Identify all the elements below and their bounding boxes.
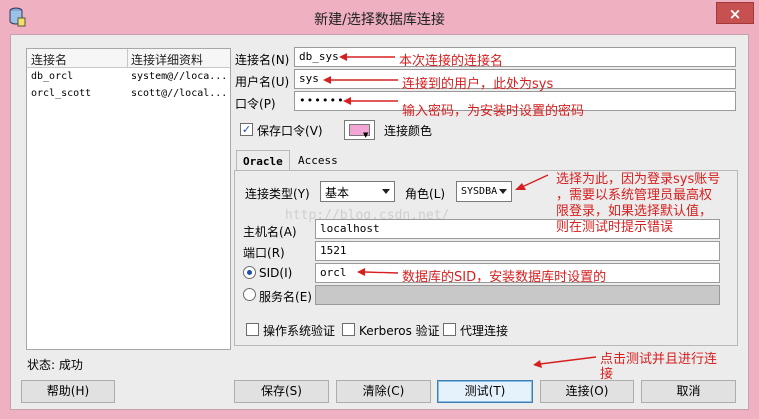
annotation-user: 连接到的用户，此处为sys xyxy=(402,77,554,92)
annotation-conn-name: 本次连接的连接名 xyxy=(399,54,504,69)
arrow-conn-name xyxy=(339,53,395,61)
arrow-sid xyxy=(357,268,399,276)
annotation-password: 输入密码，为安装时设置的密码 xyxy=(402,104,585,119)
annotation-test-line-2: 接 xyxy=(600,367,614,382)
annotation-role-line-4: 则在测试时提示错误 xyxy=(556,220,674,235)
annotation-sid: 数据库的SID，安装数据库时设置的 xyxy=(402,270,607,285)
arrow-password xyxy=(343,97,398,105)
arrow-user xyxy=(323,76,398,84)
arrow-test xyxy=(533,356,597,368)
annotation-test-line-1: 点击测试并且进行连 xyxy=(600,352,718,367)
arrow-role xyxy=(515,174,549,190)
